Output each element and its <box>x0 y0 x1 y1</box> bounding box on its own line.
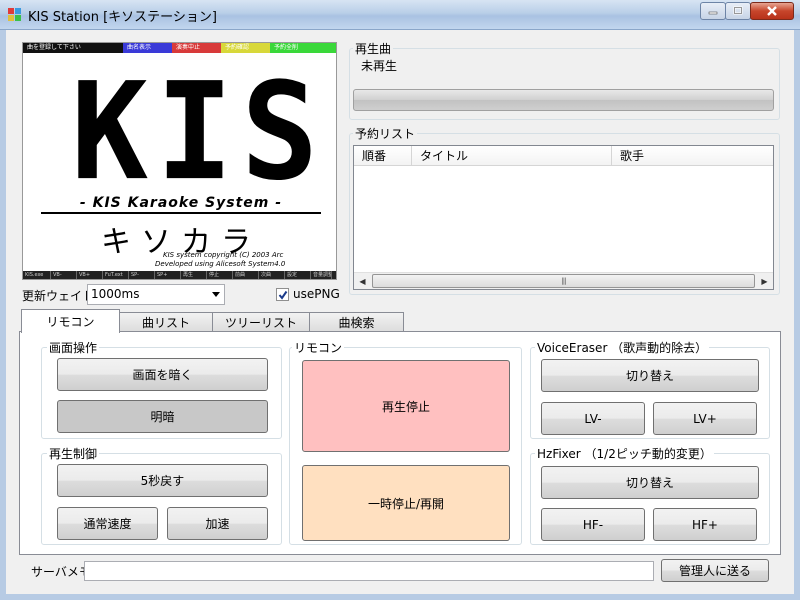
remote-group-label: リモコン <box>292 339 345 356</box>
normal-speed-button[interactable]: 通常速度 <box>57 507 158 540</box>
bottom-bar-item: KIS.exe <box>23 271 51 279</box>
copyright-line-2: Developed using Alicesoft System4.0 <box>155 260 286 268</box>
title-bar[interactable]: KIS Station [キソステーション] <box>0 0 800 30</box>
maximize-button[interactable] <box>725 2 751 20</box>
voice-eraser-label: VoiceEraser （歌声動的除去） <box>535 339 710 356</box>
bottom-bar-item: VB- <box>51 271 77 279</box>
bottom-bar-item: 次曲 <box>259 271 285 279</box>
scroll-thumb[interactable]: ||| <box>372 274 755 288</box>
reservation-group-label: 予約リスト <box>353 125 418 142</box>
bottom-bar-item: 再生 <box>181 271 207 279</box>
tab-song-search[interactable]: 曲検索 <box>309 312 404 332</box>
lv-minus-button[interactable]: LV- <box>541 402 645 435</box>
playback-control-label: 再生制御 <box>47 445 100 462</box>
bottom-bar-item: 音量調整 <box>313 271 332 279</box>
tab-tree-list[interactable]: ツリーリスト <box>212 312 310 332</box>
playback-progress-bar <box>353 89 774 111</box>
window-title: KIS Station [キソステーション] <box>28 10 217 25</box>
use-png-label: usePNG <box>293 287 340 301</box>
chevron-down-icon <box>212 292 220 297</box>
top-bar-item: 予約確認 <box>221 43 270 53</box>
preview-top-bar: 曲を登録して下さい 曲名表示 演奏中止 予約確認 予約全削 <box>23 43 336 53</box>
checkmark-icon <box>278 290 287 300</box>
bottom-bar-item: 設定 <box>285 271 311 279</box>
bottom-bar-item: SP+ <box>155 271 181 279</box>
rewind-5s-button[interactable]: 5秒戻す <box>57 464 268 497</box>
top-bar-item: 予約全削 <box>270 43 336 53</box>
scroll-left-icon[interactable]: ◀ <box>354 273 371 289</box>
brightness-button[interactable]: 明暗 <box>57 400 268 433</box>
top-bar-item: 演奏中止 <box>172 43 221 53</box>
horizontal-scrollbar[interactable]: ◀ ||| ▶ <box>354 272 773 289</box>
close-button[interactable] <box>750 2 794 20</box>
logo-subtitle: - KIS Karaoke System - <box>79 195 283 211</box>
use-png-checkbox[interactable] <box>276 288 289 301</box>
preview-bottom-bar: KIS.exe VB- VB+ FuT.ext SP- SP+ 再生 停止 前曲… <box>23 271 336 279</box>
hf-minus-button[interactable]: HF- <box>541 508 645 541</box>
bottom-bar-item: SP- <box>129 271 155 279</box>
hz-fixer-label: HzFixer （1/2ピッチ動的変更） <box>535 445 714 462</box>
bottom-bar-item: 前曲 <box>233 271 259 279</box>
update-wait-select[interactable]: 1000ms <box>87 284 225 305</box>
bottom-bar-item: VB+ <box>77 271 103 279</box>
darken-screen-button[interactable]: 画面を暗く <box>57 358 268 391</box>
minimize-icon <box>708 11 718 15</box>
scroll-right-icon[interactable]: ▶ <box>756 273 773 289</box>
server-memo-label: サーバメモ <box>31 565 91 579</box>
lv-plus-button[interactable]: LV+ <box>653 402 757 435</box>
maximize-icon <box>733 6 743 15</box>
update-wait-label: 更新ウェイト <box>22 289 95 303</box>
logo-text-kis: KIS <box>71 54 327 211</box>
hz-fixer-toggle-button[interactable]: 切り替え <box>541 466 759 499</box>
stop-playback-button[interactable]: 再生停止 <box>302 360 510 452</box>
now-playing-group-label: 再生曲 <box>353 40 394 57</box>
update-wait-value: 1000ms <box>91 287 140 301</box>
screen-preview[interactable]: 曲を登録して下さい 曲名表示 演奏中止 予約確認 予約全削 KIS - KIS … <box>22 42 337 280</box>
now-playing-status: 未再生 <box>361 59 398 73</box>
column-header-title[interactable]: タイトル <box>412 146 612 166</box>
voice-eraser-toggle-button[interactable]: 切り替え <box>541 359 759 392</box>
top-bar-item: 曲を登録して下さい <box>23 43 123 53</box>
bottom-bar-item: 停止 <box>207 271 233 279</box>
top-bar-item: 曲名表示 <box>123 43 172 53</box>
pause-resume-button[interactable]: 一時停止/再開 <box>302 465 510 541</box>
minimize-button[interactable] <box>700 2 726 20</box>
bottom-bar-item: FuT.ext <box>103 271 129 279</box>
tab-remote[interactable]: リモコン <box>21 309 120 333</box>
screen-control-label: 画面操作 <box>47 339 100 356</box>
hf-plus-button[interactable]: HF+ <box>653 508 757 541</box>
tab-song-list[interactable]: 曲リスト <box>119 312 213 332</box>
close-icon <box>767 6 777 16</box>
reservation-list[interactable]: 順番 タイトル 歌手 ◀ ||| ▶ <box>353 145 774 290</box>
column-header-order[interactable]: 順番 <box>354 146 412 166</box>
column-header-artist[interactable]: 歌手 <box>612 146 773 166</box>
app-icon <box>8 8 22 22</box>
send-to-admin-button[interactable]: 管理人に送る <box>661 559 769 582</box>
copyright-line-1: KIS system copyright (C) 2003 Arc <box>163 251 284 259</box>
speed-up-button[interactable]: 加速 <box>167 507 268 540</box>
server-memo-input[interactable] <box>84 561 654 581</box>
logo-line-left <box>41 212 321 214</box>
scroll-grip: ||| <box>561 277 566 285</box>
